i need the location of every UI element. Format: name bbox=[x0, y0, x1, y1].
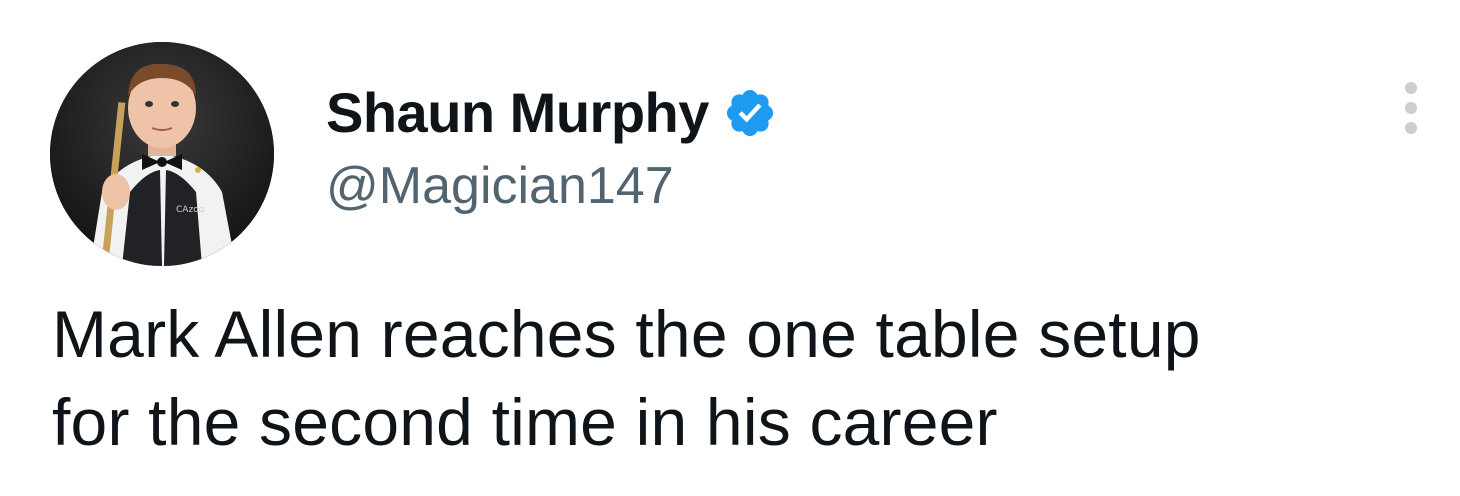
tweet-card: CAzoo Shaun Murphy @Magician147 Mark All… bbox=[0, 0, 1460, 496]
avatar-photo-icon: CAzoo bbox=[50, 42, 274, 266]
tweet-text-line: for the second time in his career bbox=[52, 385, 998, 459]
tweet-text: Mark Allen reaches the one table setup f… bbox=[52, 290, 1432, 466]
avatar-badge-text: CAzoo bbox=[176, 205, 205, 215]
more-dot-icon bbox=[1405, 102, 1417, 114]
author-header: Shaun Murphy @Magician147 bbox=[326, 78, 777, 218]
name-row: Shaun Murphy bbox=[326, 78, 777, 148]
avatar[interactable]: CAzoo bbox=[50, 42, 274, 266]
author-display-name[interactable]: Shaun Murphy bbox=[326, 78, 709, 148]
tweet-text-line: Mark Allen reaches the one table setup bbox=[52, 297, 1201, 371]
author-handle[interactable]: @Magician147 bbox=[326, 154, 777, 218]
verified-badge-icon[interactable] bbox=[723, 86, 777, 140]
more-dot-icon bbox=[1405, 82, 1417, 94]
more-dot-icon bbox=[1405, 122, 1417, 134]
more-options-button[interactable] bbox=[1396, 80, 1426, 140]
